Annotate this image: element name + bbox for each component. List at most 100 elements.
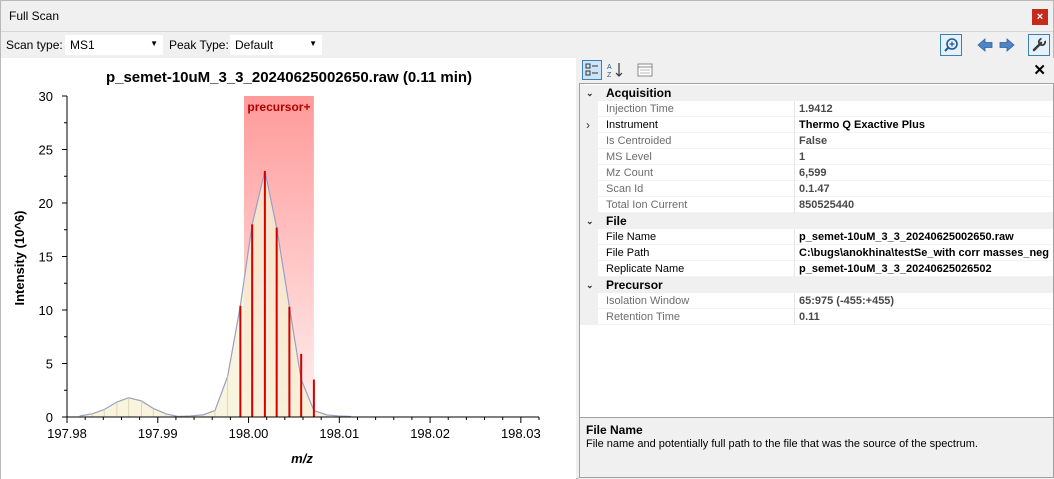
x-tick-label: 198.02 — [410, 426, 450, 441]
chevron-down-icon: ▼ — [309, 39, 317, 48]
alphabetical-button[interactable]: A Z — [605, 60, 625, 80]
property-value: p_semet-10uM_3_3_20240625026502 — [799, 263, 992, 275]
row-gutter — [580, 261, 598, 277]
row-gutter — [580, 133, 598, 149]
property-value: C:\bugs\anokhina\testSe_with corr masses… — [799, 247, 1050, 259]
back-button[interactable] — [974, 34, 996, 56]
x-tick-label: 198.03 — [501, 426, 541, 441]
row-gutter — [580, 149, 598, 165]
spectrum-plot[interactable]: p_semet-10uM_3_3_20240625002650.raw (0.1… — [1, 58, 576, 479]
property-name: Injection Time — [606, 103, 674, 115]
category-file[interactable]: ⌄ File — [580, 213, 1053, 229]
collapse-chevron-icon[interactable]: ⌄ — [586, 213, 596, 229]
expand-chevron-icon[interactable]: › — [586, 117, 596, 133]
collapse-chevron-icon[interactable]: ⌄ — [586, 85, 596, 101]
category-precursor[interactable]: ⌄ Precursor — [580, 277, 1053, 293]
full-scan-window: Full Scan × Scan type: MS1 ▼ Peak Type: … — [0, 0, 1054, 479]
wrench-icon — [1032, 37, 1047, 52]
categorized-button[interactable] — [582, 60, 602, 80]
arrow-left-icon — [977, 38, 993, 52]
title-bar: Full Scan × — [1, 1, 1053, 32]
property-name: File Path — [606, 247, 650, 259]
property-row[interactable]: Injection Time 1.9412 — [580, 101, 1053, 117]
property-name: File Name — [606, 231, 657, 243]
property-value: 65:975 (-455:+455) — [799, 295, 895, 307]
property-row[interactable]: Replicate Name p_semet-10uM_3_3_202406250… — [580, 261, 1053, 277]
column-divider — [794, 245, 795, 261]
row-gutter — [580, 165, 598, 181]
property-row[interactable]: Isolation Window 65:975 (-455:+455) — [580, 293, 1053, 309]
property-row[interactable]: Total Ion Current 850525440 — [580, 197, 1053, 213]
category-acquisition[interactable]: ⌄ Acquisition — [580, 85, 1053, 101]
property-row[interactable]: Retention Time 0.11 — [580, 309, 1053, 325]
property-grid[interactable]: ⌄ Acquisition Injection Time 1.9412 › Instrum… — [579, 83, 1054, 468]
property-value: 0.11 — [799, 311, 820, 323]
column-divider — [794, 133, 795, 149]
column-divider — [794, 101, 795, 117]
forward-button[interactable] — [996, 34, 1018, 56]
row-gutter — [580, 181, 598, 197]
row-gutter — [580, 245, 598, 261]
x-tick-label: 197.98 — [47, 426, 87, 441]
y-tick-label: 30 — [39, 89, 53, 104]
property-name: MS Level — [606, 151, 652, 163]
arrow-right-icon — [999, 38, 1015, 52]
zoom-button[interactable] — [940, 34, 962, 56]
x-tick-label: 198.01 — [319, 426, 359, 441]
y-tick-label: 20 — [39, 196, 53, 211]
close-properties-button[interactable]: ✕ — [1033, 61, 1046, 79]
y-tick-label: 5 — [46, 357, 53, 372]
category-label: Acquisition — [606, 86, 672, 100]
scan-type-value: MS1 — [70, 38, 95, 52]
property-row[interactable]: Is Centroided False — [580, 133, 1053, 149]
chart-title: p_semet-10uM_3_3_20240625002650.raw (0.1… — [106, 69, 472, 86]
zoom-icon — [944, 38, 958, 52]
category-label: File — [606, 214, 627, 228]
property-name: Replicate Name — [606, 263, 685, 275]
svg-text:A: A — [607, 64, 612, 71]
property-row[interactable]: › Instrument Thermo Q Exactive Plus — [580, 117, 1053, 133]
property-name: Mz Count — [606, 167, 654, 179]
column-divider — [794, 293, 795, 309]
property-grid-toolbar: A Z ✕ — [579, 58, 1054, 82]
toolbar: Scan type: MS1 ▼ Peak Type: Default ▼ — [1, 33, 1053, 57]
scan-type-select[interactable]: MS1 ▼ — [65, 35, 163, 55]
property-pages-button[interactable] — [635, 60, 655, 80]
property-value: Thermo Q Exactive Plus — [799, 119, 925, 131]
close-window-button[interactable]: × — [1032, 9, 1048, 25]
collapse-chevron-icon[interactable]: ⌄ — [586, 277, 596, 293]
column-divider — [794, 229, 795, 245]
description-text: File name and potentially full path to t… — [586, 438, 978, 450]
property-row[interactable]: MS Level 1 — [580, 149, 1053, 165]
window-title: Full Scan — [9, 9, 60, 23]
property-value: p_semet-10uM_3_3_20240625002650.raw — [799, 231, 1014, 243]
peak-type-select[interactable]: Default ▼ — [230, 35, 322, 55]
column-divider — [794, 165, 795, 181]
property-value: 0.1.47 — [799, 183, 830, 195]
y-tick-label: 15 — [39, 250, 53, 265]
row-gutter — [580, 101, 598, 117]
spectrum-chart[interactable]: p_semet-10uM_3_3_20240625002650.raw (0.1… — [1, 58, 576, 479]
column-divider — [794, 197, 795, 213]
peak-type-label: Peak Type: — [169, 38, 229, 52]
column-divider — [794, 181, 795, 197]
peak-type-value: Default — [235, 38, 274, 52]
property-name: Is Centroided — [606, 135, 672, 147]
property-row[interactable]: File Path C:\bugs\anokhina\testSe_with co… — [580, 245, 1053, 261]
property-value: 850525440 — [799, 199, 855, 211]
property-name: Scan Id — [606, 183, 644, 195]
property-value: 1 — [799, 151, 806, 163]
row-gutter — [580, 229, 598, 245]
column-divider — [794, 261, 795, 277]
column-divider — [794, 149, 795, 165]
property-row[interactable]: Mz Count 6,599 — [580, 165, 1053, 181]
property-row[interactable]: File Name p_semet-10uM_3_3_20240625002650… — [580, 229, 1053, 245]
property-row[interactable]: Scan Id 0.1.47 — [580, 181, 1053, 197]
description-title: File Name — [586, 423, 643, 437]
properties-button[interactable] — [1028, 34, 1050, 56]
property-value: 1.9412 — [799, 103, 833, 115]
property-name: Isolation Window — [606, 295, 690, 307]
property-name: Instrument — [606, 119, 658, 131]
x-axis-label: m/z — [291, 451, 313, 466]
properties-panel: A Z ✕ ⌄ Acquisition Injection Time 1.9412 › I… — [579, 58, 1054, 479]
